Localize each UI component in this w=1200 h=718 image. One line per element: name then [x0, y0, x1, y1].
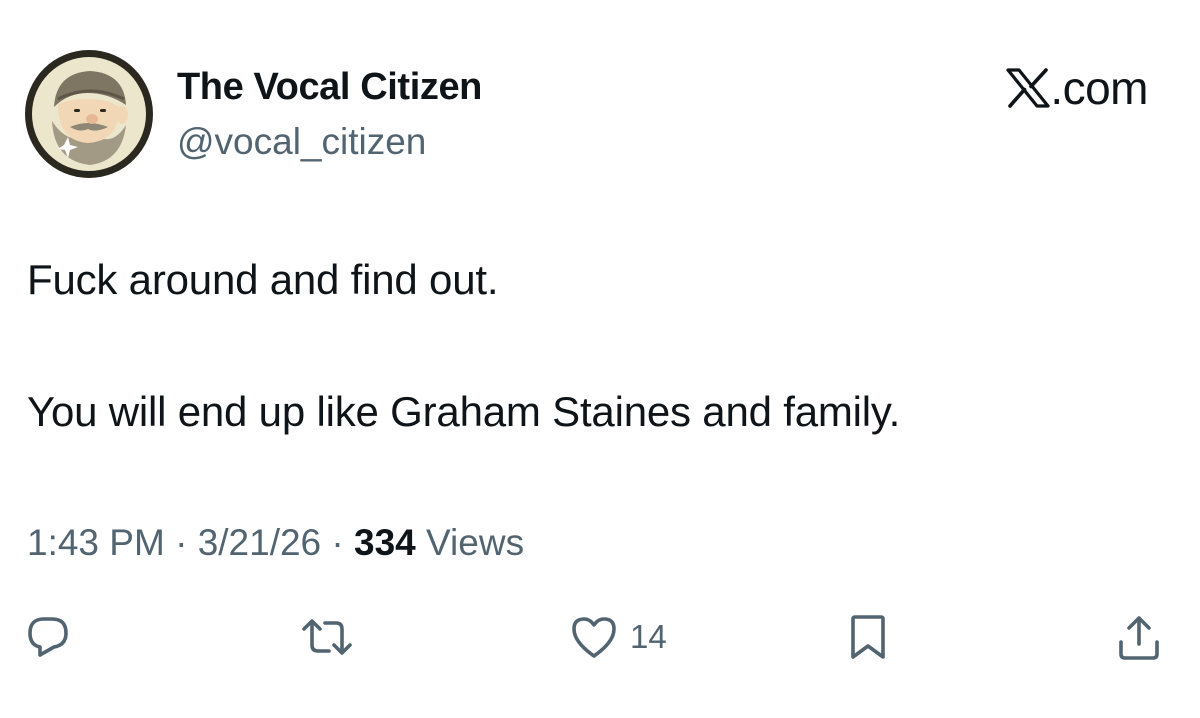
tweet-text-line-2: You will end up like Graham Staines and … — [27, 388, 901, 435]
meta-separator: · — [331, 522, 344, 563]
bookmark-button[interactable] — [846, 612, 890, 662]
like-count: 14 — [630, 618, 667, 655]
meta-separator: · — [175, 522, 188, 563]
share-button[interactable] — [1115, 612, 1163, 662]
bookmark-icon — [851, 615, 885, 659]
bearded-man-avatar-icon — [25, 50, 153, 178]
tweet-date[interactable]: 3/21/26 — [198, 522, 321, 563]
avatar[interactable] — [24, 49, 154, 179]
retweet-button[interactable] — [300, 612, 354, 662]
tweet-text-line-1: Fuck around and find out. — [27, 256, 499, 303]
display-name[interactable]: The Vocal Citizen — [177, 64, 482, 110]
share-icon — [1119, 616, 1159, 660]
reply-button[interactable] — [24, 612, 72, 662]
like-button[interactable]: 14 — [570, 612, 667, 662]
user-handle[interactable]: @vocal_citizen — [177, 119, 426, 165]
brand-watermark: .com — [1006, 62, 1148, 114]
reply-icon — [28, 617, 68, 657]
x-logo-icon — [1006, 66, 1050, 108]
heart-icon — [572, 617, 616, 658]
tweet-time[interactable]: 1:43 PM — [27, 522, 165, 563]
views-label: Views — [426, 522, 525, 563]
retweet-icon — [302, 619, 352, 655]
brand-label: .com — [1050, 62, 1148, 114]
tweet-meta: 1:43 PM · 3/21/26 · 334 Views — [27, 520, 524, 566]
views-count: 334 — [354, 522, 416, 563]
